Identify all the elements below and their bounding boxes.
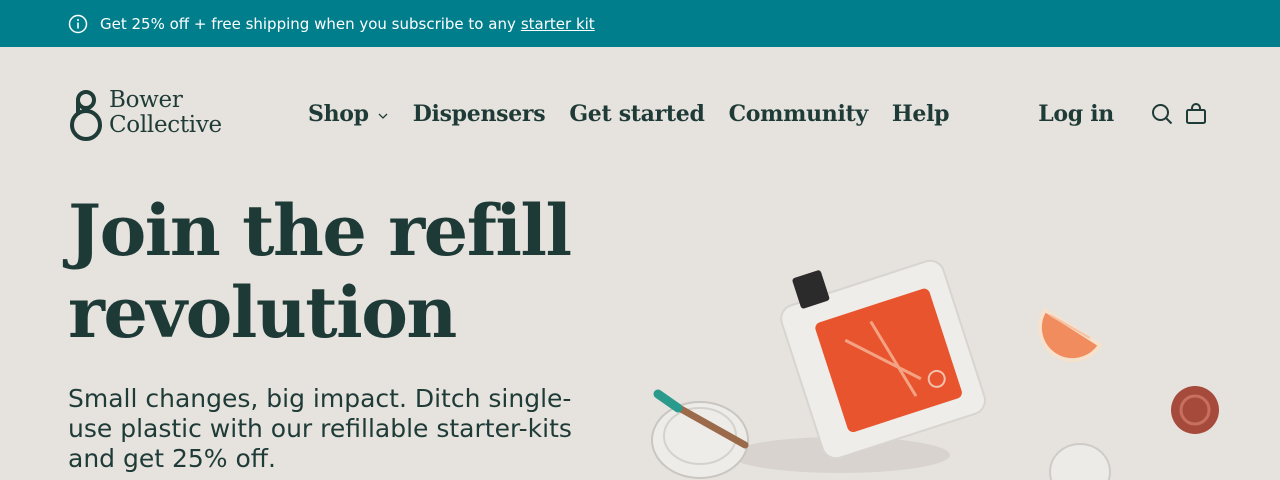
announcement-bar: Get 25% off + free shipping when you sub… [0, 0, 1280, 47]
brand-name-line1: Bower [109, 87, 183, 113]
brand-logo[interactable]: Bower Collective [68, 87, 222, 143]
grapefruit-graphic [1037, 307, 1103, 363]
cart-icon[interactable] [1184, 102, 1208, 126]
nav-item-community[interactable]: Community [728, 101, 869, 127]
hero-subtitle: Small changes, big impact. Ditch single-… [68, 384, 572, 473]
nav-item-label: Dispensers [412, 101, 546, 127]
nav-item-label: Help [891, 101, 950, 127]
nav-item-label: Get started [569, 101, 705, 127]
starter-kit-link[interactable]: starter kit [521, 15, 595, 33]
nav-item-help[interactable]: Help [891, 101, 950, 127]
hero-title: Join the refill revolution [68, 190, 628, 354]
login-link[interactable]: Log in [1038, 101, 1114, 127]
brand-name-line2: Collective [109, 112, 222, 138]
announcement-text: Get 25% off + free shipping when you sub… [100, 14, 516, 33]
info-icon [68, 14, 88, 34]
nav-item-label: Shop [308, 101, 369, 127]
search-icon[interactable] [1150, 102, 1174, 126]
chevron-down-icon [377, 110, 389, 122]
brand-name: Bower Collective [109, 88, 222, 138]
main-nav: Shop Dispensers Get started Community He… [308, 101, 973, 127]
hero-title-line2: revolution [68, 271, 457, 354]
logo-mark-icon [70, 90, 102, 141]
glass-jar-graphic [1049, 443, 1111, 480]
nav-item-label: Community [728, 101, 869, 127]
refill-pouch-graphic [780, 259, 987, 460]
nav-item-get-started[interactable]: Get started [569, 101, 705, 127]
hero-title-line1: Join the refill [68, 189, 572, 272]
site-header: Bower Collective Shop Dispensers Get sta… [0, 47, 1280, 177]
nav-item-dispensers[interactable]: Dispensers [413, 101, 546, 127]
hero-product-image [651, 259, 1219, 480]
scrubber-graphic [1171, 386, 1219, 434]
nav-item-shop[interactable]: Shop [308, 101, 389, 127]
header-actions: Log in [1038, 101, 1208, 127]
